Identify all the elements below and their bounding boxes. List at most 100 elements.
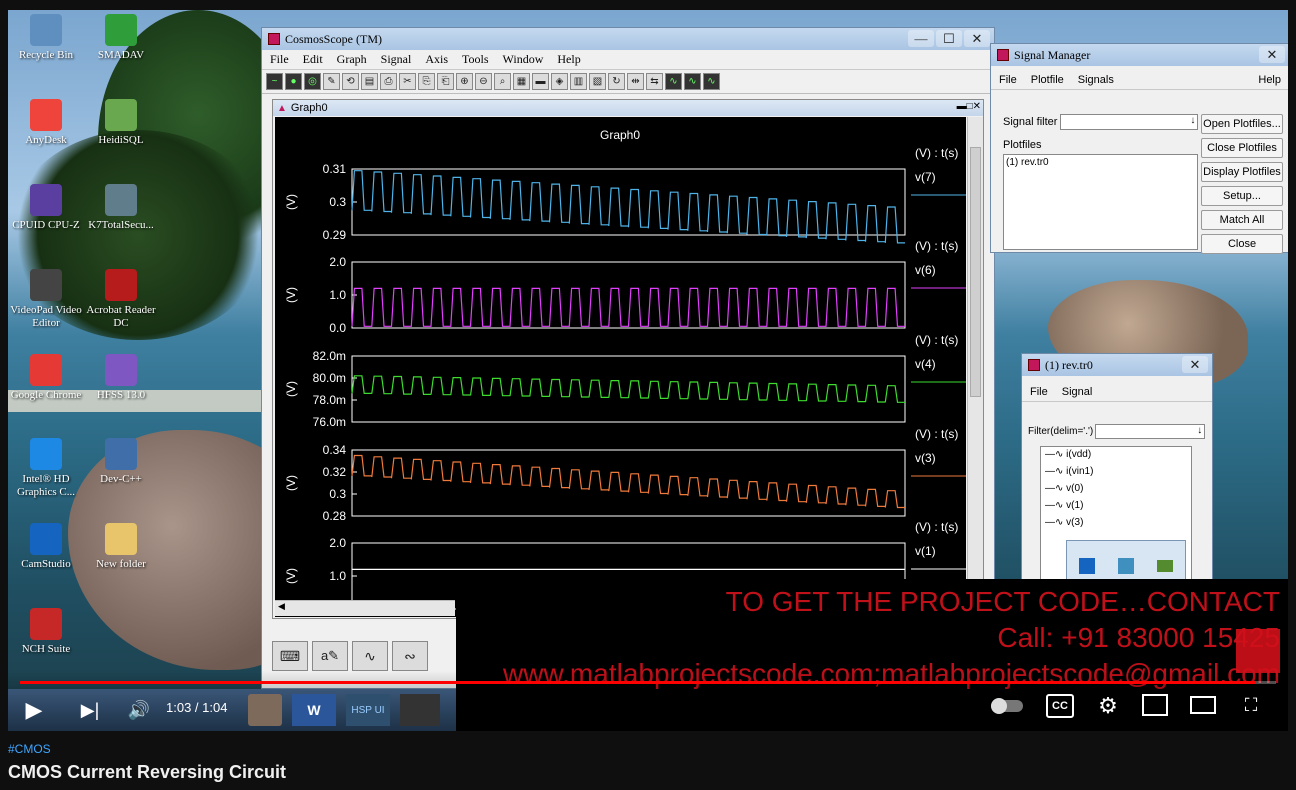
graph0-window[interactable]: ▲ Graph0 ▬□✕ Graph0 (V) : t(s) v(7) (V) 0.31… <box>272 99 984 619</box>
toolbar-tool-icon[interactable]: ∿ <box>703 73 720 90</box>
desktop-icon[interactable]: K7TotalSecu... <box>80 184 162 232</box>
toolbar-tool-icon[interactable]: ~ <box>266 73 283 90</box>
signal-manager-titlebar[interactable]: Signal Manager ✕ <box>991 44 1288 66</box>
signal-filter-input[interactable]: ↓ <box>1060 114 1199 130</box>
toolbar-tool-icon[interactable]: ▬ <box>532 73 549 90</box>
next-button[interactable]: ▶| <box>72 692 108 728</box>
scroll-thumb[interactable] <box>970 147 981 397</box>
signal-manager-button[interactable]: Display Plotfiles <box>1201 162 1283 182</box>
curve-tool-icon[interactable]: ∾ <box>392 641 428 671</box>
signal-manager-button[interactable]: Close Plotfiles <box>1201 138 1283 158</box>
close-icon[interactable]: ✕ <box>1259 46 1285 63</box>
graph-svg[interactable]: Graph0 (V) : t(s) v(7) (V) 0.31 0.3 0.29 (V) : … <box>275 117 966 617</box>
toolbar-tool-icon[interactable]: ⇆ <box>646 73 663 90</box>
theater-mode-icon[interactable] <box>1190 696 1216 714</box>
signal-tree-item[interactable]: —∿ i(vdd) <box>1045 449 1187 466</box>
plotfiles-list[interactable]: (1) rev.tr0 <box>1003 154 1198 250</box>
toolbar-tool-icon[interactable]: ▧ <box>589 73 606 90</box>
desktop-icon[interactable]: SMADAV <box>80 14 162 62</box>
miniplayer-icon[interactable] <box>1142 694 1168 716</box>
plotfile-item[interactable]: (1) rev.tr0 <box>1006 157 1195 168</box>
desktop-icon[interactable]: HeidiSQL <box>80 99 162 147</box>
taskbar-paint-icon[interactable] <box>248 694 282 726</box>
signal-manager-button[interactable]: Setup... <box>1201 186 1283 206</box>
toolbar-tool-icon[interactable]: ⌕ <box>494 73 511 90</box>
toolbar-tool-icon[interactable]: ◎ <box>304 73 321 90</box>
settings-gear-icon[interactable]: ⚙ <box>1094 692 1122 720</box>
signal-manager-button[interactable]: Match All <box>1201 210 1283 230</box>
signal-manager-help-menu[interactable]: Help <box>1258 74 1281 86</box>
autoplay-toggle[interactable] <box>990 696 1024 716</box>
rev-tr0-window[interactable]: (1) rev.tr0 ✕ File Signal Filter(delim='.… <box>1021 353 1213 593</box>
graph0-titlebar[interactable]: ▲ Graph0 ▬□✕ <box>273 100 983 116</box>
signal-manager-menu-item[interactable]: File <box>999 74 1017 86</box>
signal-tree-item[interactable]: —∿ v(3) <box>1045 517 1187 534</box>
cosmos-menu-item[interactable]: Help <box>557 52 580 67</box>
signal-tree-item[interactable]: —∿ i(vin1) <box>1045 466 1187 483</box>
graph-canvas[interactable]: Graph0 (V) : t(s) v(7) (V) 0.31 0.3 0.29 (V) : … <box>275 117 966 617</box>
toolbar-tool-icon[interactable]: ∿ <box>684 73 701 90</box>
cosmos-menu-item[interactable]: Tools <box>462 52 489 67</box>
desktop-icon[interactable]: CamStudio <box>8 523 87 571</box>
captions-icon[interactable]: CC <box>1046 694 1074 718</box>
graph-horizontal-scrollbar[interactable]: ◀ <box>275 600 455 616</box>
maximize-icon[interactable]: ☐ <box>936 30 962 47</box>
desktop-icon[interactable]: Acrobat Reader DC <box>80 269 162 330</box>
graph-vertical-scrollbar[interactable] <box>967 117 983 617</box>
thumbnail-icon-1[interactable] <box>1078 558 1095 574</box>
thumbnail-icon-3[interactable] <box>1157 560 1174 572</box>
signal-tree-item[interactable]: —∿ v(0) <box>1045 483 1187 500</box>
toolbar-tool-icon[interactable]: ⎘ <box>418 73 435 90</box>
desktop-icon[interactable]: Recycle Bin <box>8 14 87 62</box>
toolbar-tool-icon[interactable]: ⇹ <box>627 73 644 90</box>
desktop-icon[interactable]: AnyDesk <box>8 99 87 147</box>
toolbar-tool-icon[interactable]: ✎ <box>323 73 340 90</box>
chevron-down-icon[interactable]: ↓ <box>1197 425 1202 436</box>
signal-manager-button[interactable]: Close <box>1201 234 1283 254</box>
toolbar-tool-icon[interactable]: ▦ <box>513 73 530 90</box>
waveform-tool-icon[interactable]: ∿ <box>352 641 388 671</box>
cosmos-menu-item[interactable]: Window <box>503 52 544 67</box>
toolbar-tool-icon[interactable]: ● <box>285 73 302 90</box>
video-hashtag[interactable]: #CMOS <box>8 742 51 756</box>
chevron-down-icon[interactable]: ↓ <box>1190 115 1195 126</box>
signal-manager-menu-item[interactable]: Signals <box>1078 74 1114 86</box>
cosmos-menu-item[interactable]: Axis <box>425 52 448 67</box>
desktop-icon[interactable]: VideoPad Video Editor <box>8 269 87 330</box>
rev-menu-item[interactable]: File <box>1030 386 1048 398</box>
signal-manager-menu-item[interactable]: Plotfile <box>1031 74 1064 86</box>
minimize-icon[interactable]: — <box>908 30 934 47</box>
signal-tree-item[interactable]: —∿ v(1) <box>1045 500 1187 517</box>
toolbar-tool-icon[interactable]: ⎙ <box>380 73 397 90</box>
progress-bar-track[interactable] <box>20 681 1276 684</box>
toolbar-tool-icon[interactable]: ↻ <box>608 73 625 90</box>
desktop-icon[interactable]: Google Chrome <box>8 354 87 402</box>
toolbar-tool-icon[interactable]: ⊖ <box>475 73 492 90</box>
graph0-window-controls[interactable]: ▬□✕ <box>957 101 981 112</box>
toolbar-tool-icon[interactable]: ▥ <box>570 73 587 90</box>
desktop-icon[interactable]: NCH Suite <box>8 608 87 656</box>
toolbar-tool-icon[interactable]: ∿ <box>665 73 682 90</box>
taskbar-word-icon[interactable]: W <box>292 694 336 726</box>
keyboard-tool-icon[interactable]: ⌨ <box>272 641 308 671</box>
fullscreen-icon[interactable]: ⛶ <box>1240 694 1262 716</box>
toolbar-tool-icon[interactable]: ⊕ <box>456 73 473 90</box>
annotate-tool-icon[interactable]: a✎ <box>312 641 348 671</box>
rev-filter-input[interactable]: ↓ <box>1095 424 1206 439</box>
video-frame[interactable]: Recycle Bin SMADAV AnyDesk HeidiSQL CPUID CP… <box>8 10 1288 731</box>
desktop-icon[interactable]: Intel® HD Graphics C... <box>8 438 87 499</box>
desktop-icon[interactable]: CPUID CPU-Z <box>8 184 87 232</box>
taskbar-chip-icon[interactable] <box>400 694 440 726</box>
toolbar-tool-icon[interactable]: ⎗ <box>437 73 454 90</box>
cosmos-menu-item[interactable]: File <box>270 52 289 67</box>
close-icon[interactable]: ✕ <box>1182 356 1208 373</box>
toolbar-tool-icon[interactable]: ▤ <box>361 73 378 90</box>
volume-icon[interactable]: 🔊 <box>124 692 154 728</box>
desktop-icon[interactable]: Dev-C++ <box>80 438 162 486</box>
desktop-icon[interactable]: New folder <box>80 523 162 571</box>
rev-menu-item[interactable]: Signal <box>1062 386 1093 398</box>
cosmos-menu-item[interactable]: Signal <box>381 52 412 67</box>
toolbar-tool-icon[interactable]: ◈ <box>551 73 568 90</box>
taskbar-hspui-icon[interactable]: HSP UI <box>346 694 390 726</box>
cosmos-menu-item[interactable]: Graph <box>337 52 367 67</box>
